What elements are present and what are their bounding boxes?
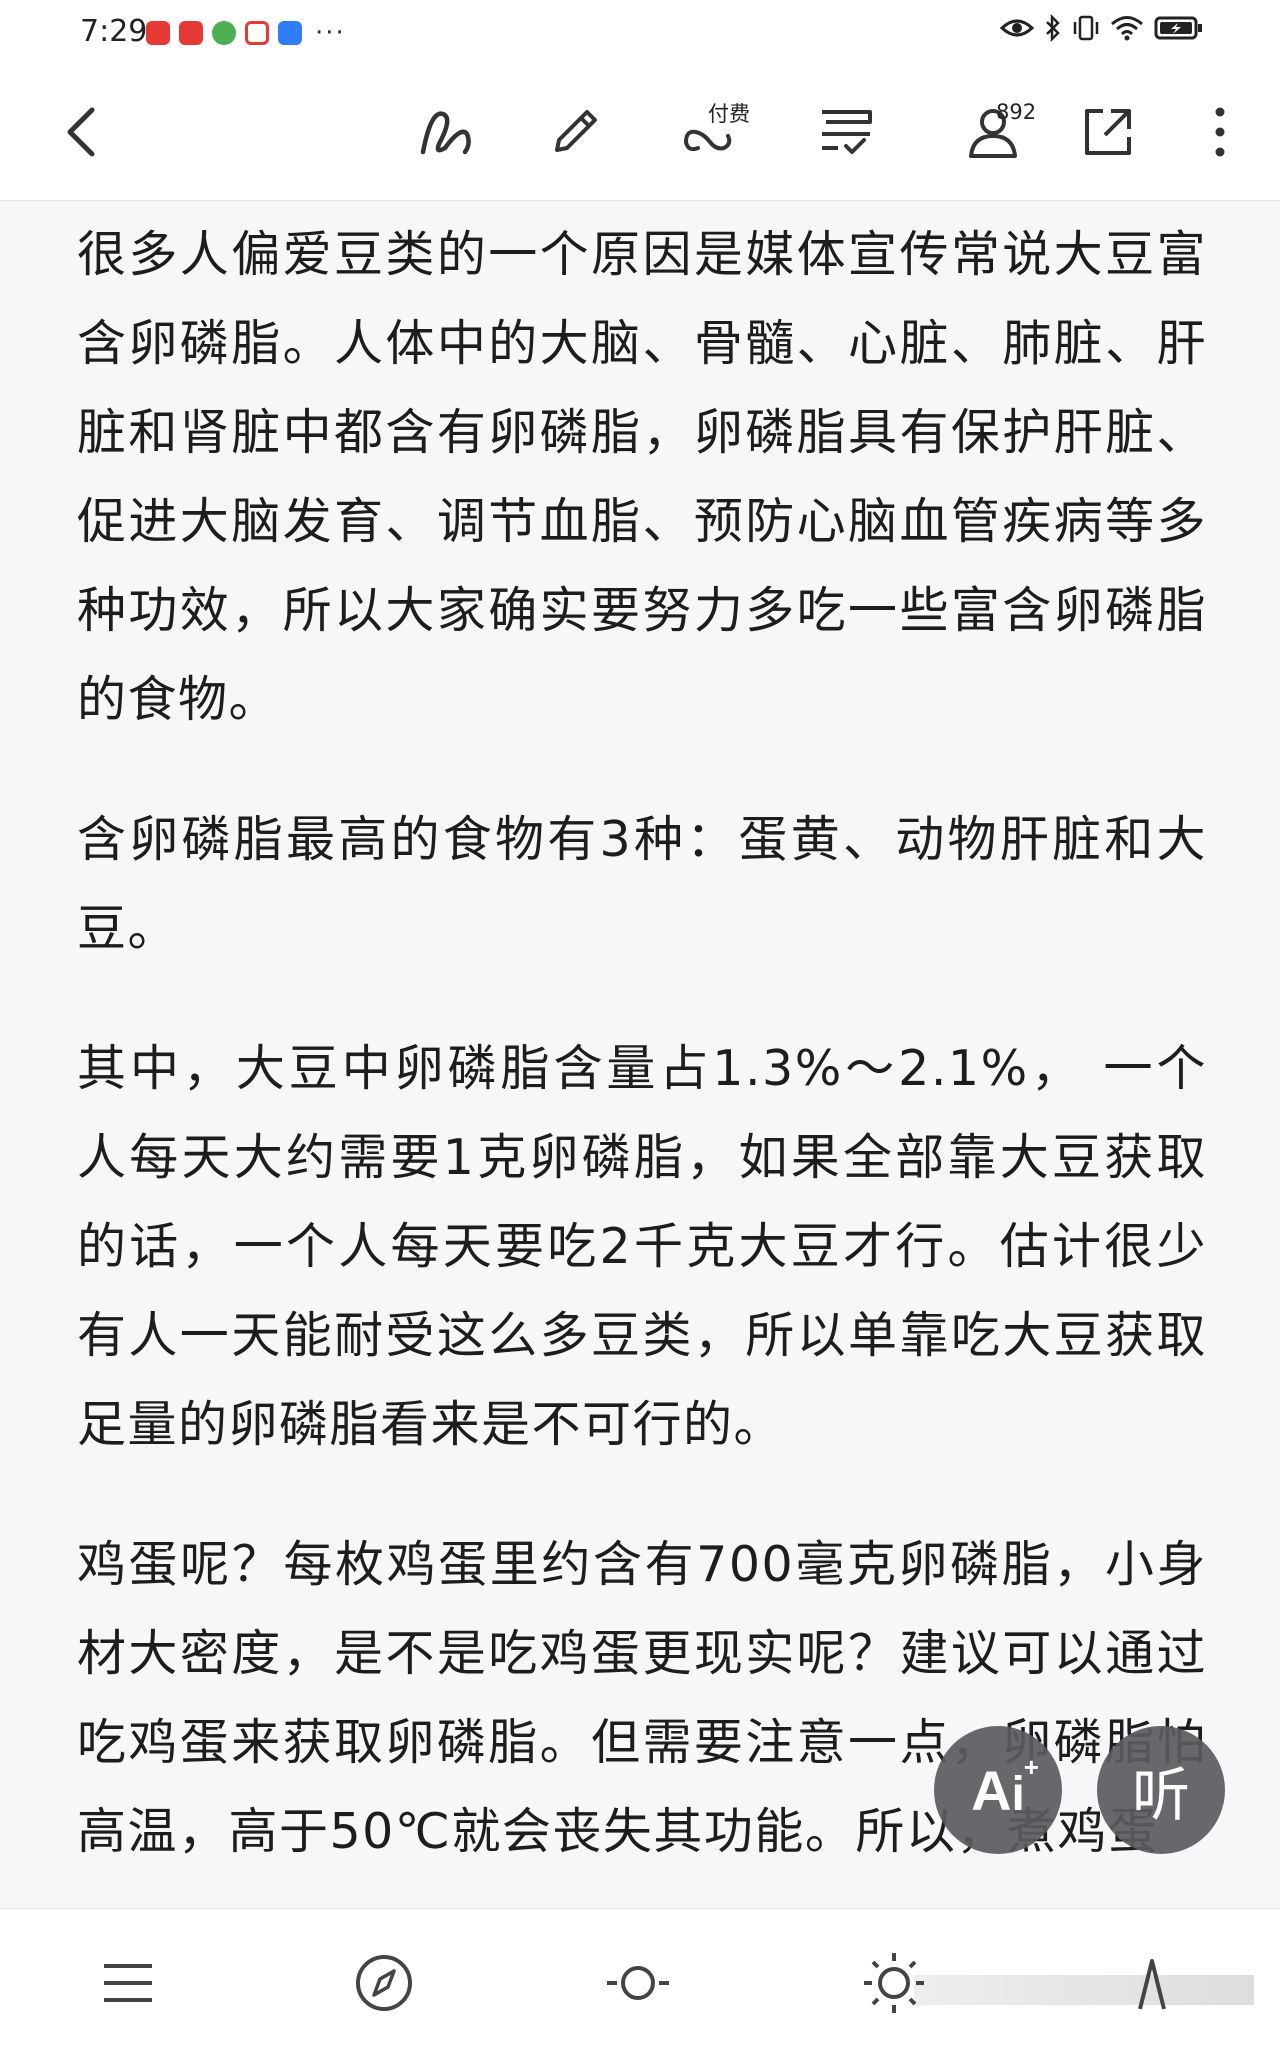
ai-assistant-button[interactable]: Ai + [934,1726,1062,1854]
brightness-button[interactable] [854,1943,934,2023]
brightness-icon [864,1953,924,2013]
brightness-slider-track[interactable] [914,1975,1254,2005]
battery-charging-icon [1154,16,1202,40]
back-button[interactable] [50,92,110,172]
eye-icon [1000,19,1034,37]
reading-mode-button[interactable] [1112,1943,1192,2023]
app-notification-icon [179,21,203,45]
edit-button[interactable] [540,92,610,172]
vertical-dots-icon [1215,107,1225,157]
list-check-icon [822,110,872,154]
app-notification-icon [212,21,236,45]
system-icons [1000,14,1204,42]
listen-label: 听 [1131,1761,1190,1829]
font-size-button[interactable] [598,1943,678,2023]
chat-notification-icon [278,21,302,45]
menu-icon [104,1964,152,2002]
paid-label: 付费 [708,102,750,126]
share-button[interactable] [1078,92,1138,172]
article-paragraph: 很多人偏爱豆类的一个原因是媒体宣传常说大豆富含卵磷脂。人体中的大脑、骨髓、心脏、… [77,226,1207,728]
bottom-toolbar [0,1908,1280,2049]
table-of-contents-button[interactable] [88,1943,168,2023]
article-paragraph: 其中，大豆中卵磷脂含量占1.3%～2.1%， 一个人每天大约需要1克卵磷脂，如果… [77,1040,1207,1453]
author-profile-button[interactable]: 892 [938,92,1048,172]
app-notification-icon [245,21,269,45]
wifi-icon [1111,16,1143,41]
sparkle-icon: + [1023,1751,1039,1782]
more-options-button[interactable] [1200,92,1240,172]
font-size-icon [607,1966,669,2000]
vibrate-icon [1073,15,1099,41]
listen-button[interactable]: 听 [1097,1726,1225,1854]
chevron-left-icon [67,107,95,157]
article-body: 很多人偏爱豆类的一个原因是媒体宣传常说大豆富含卵磷脂。人体中的大脑、骨髓、心脏、… [77,210,1207,1910]
reader-toolbar: 付费 892 [0,64,1280,201]
ai-icon: Ai + [971,1751,1039,1822]
external-link-icon [1085,109,1131,155]
paid-link-button[interactable]: 付费 [658,92,758,172]
app-notification-icon [146,21,170,45]
pencil-icon [555,110,597,152]
status-bar: 7:29 ··· [0,0,1280,64]
notification-icons: ··· [146,18,346,48]
text-direction-icon [1138,1959,1166,2010]
follower-count: 892 [996,100,1037,124]
bluetooth-icon [1046,14,1060,42]
handwriting-button[interactable] [412,92,482,172]
more-notifications-indicator: ··· [315,18,346,48]
status-time: 7:29 [80,14,148,49]
signature-icon [420,111,471,155]
reading-list-button[interactable] [806,92,886,172]
article-paragraph: 含卵磷脂最高的食物有3种：蛋黄、动物肝脏和大豆。 [77,811,1207,957]
ai-label: A [971,1758,1012,1822]
compass-icon [356,1955,412,2011]
discover-button[interactable] [344,1943,424,2023]
